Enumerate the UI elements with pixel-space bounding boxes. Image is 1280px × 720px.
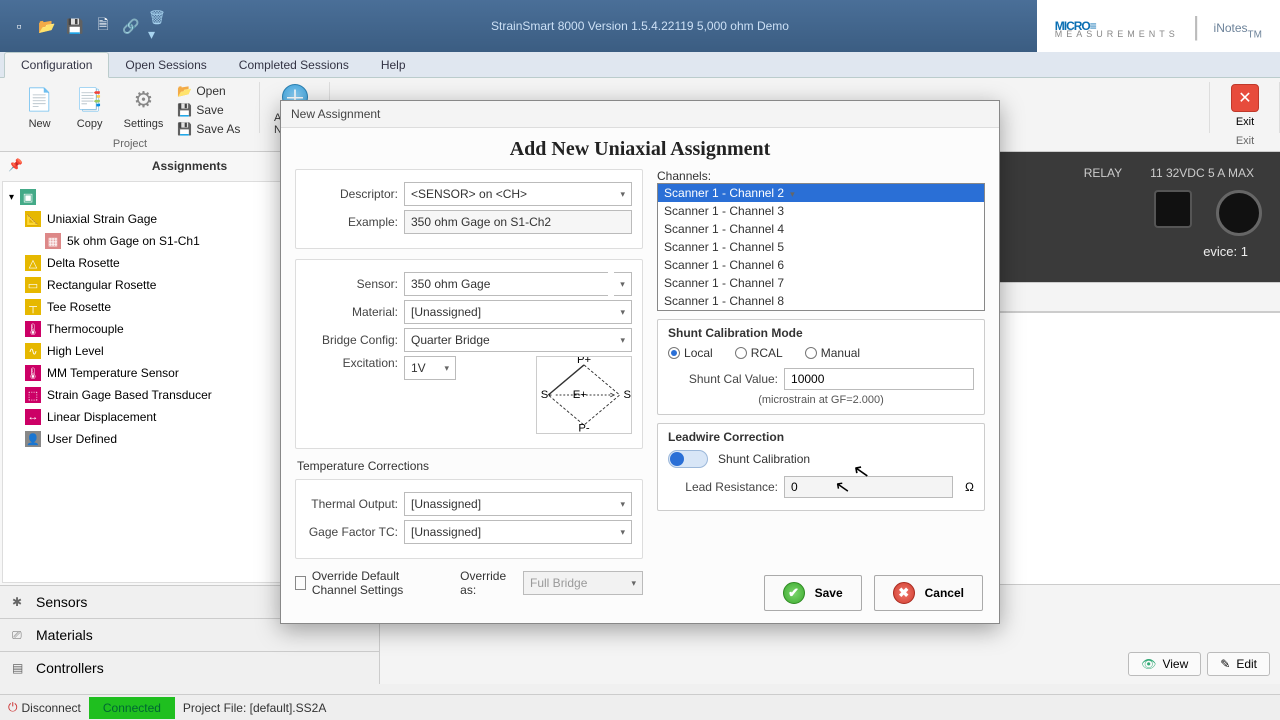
lead-resistance-label: Lead Resistance:: [668, 480, 778, 494]
sensor-label: Sensor:: [306, 277, 398, 291]
save-button[interactable]: ✔Save: [764, 575, 862, 611]
channel-item[interactable]: Scanner 1 - Channel 5: [658, 238, 984, 256]
pin-icon[interactable]: 📌: [8, 158, 23, 172]
excitation-select[interactable]: 1V: [404, 356, 456, 380]
leadwire-toggle-label: Shunt Calibration: [718, 452, 810, 466]
shunt-val-label: Shunt Cal Value:: [668, 372, 778, 386]
delete-icon[interactable]: 🗑 ▾: [148, 15, 170, 37]
example-field: 350 ohm Gage on S1-Ch2: [404, 210, 632, 234]
thermal-output-label: Thermal Output:: [300, 497, 398, 511]
disconnect-button[interactable]: ⏻Disconnect: [8, 700, 81, 715]
dialog-title: New Assignment: [281, 101, 999, 128]
material-select[interactable]: [Unassigned]: [404, 300, 632, 324]
view-button[interactable]: 👁View: [1128, 652, 1201, 676]
bridge-config-select[interactable]: Quarter Bridge: [404, 328, 632, 352]
tab-help[interactable]: Help: [365, 53, 422, 77]
copy-button[interactable]: 📑Copy: [66, 80, 114, 134]
save-icon[interactable]: 💾: [64, 15, 86, 37]
ohm-label: Ω: [965, 480, 974, 494]
svg-text:P-: P-: [578, 423, 590, 433]
channels-label: Channels:: [657, 169, 985, 183]
shunt-manual-radio[interactable]: Manual: [805, 346, 860, 360]
tab-configuration[interactable]: Configuration: [4, 52, 109, 78]
svg-text:S+: S+: [623, 389, 631, 401]
gage-factor-tc-label: Gage Factor TC:: [300, 525, 398, 539]
brand-block: MICRO≡ MEASUREMENTS | iNotesTM: [1037, 0, 1280, 52]
leadwire-toggle[interactable]: [668, 450, 708, 468]
gage-factor-tc-select[interactable]: [Unassigned]: [404, 520, 632, 544]
example-label: Example:: [306, 215, 398, 229]
shunt-note: (microstrain at GF=2.000): [668, 394, 974, 406]
saveas-icon[interactable]: 🗎: [92, 15, 114, 37]
edit-button[interactable]: ✎Edit: [1207, 652, 1270, 676]
excitation-label: Excitation:: [306, 356, 398, 370]
svg-text:S-: S-: [541, 389, 553, 401]
channel-item[interactable]: Scanner 1 - Channel 2: [658, 184, 984, 202]
connector-square-icon: [1154, 190, 1192, 228]
quick-access-toolbar: ▫ 📂 💾 🗎 🔗 🗑 ▾: [8, 15, 170, 37]
project-file-label: Project File: [default].SS2A: [183, 701, 326, 715]
channel-item[interactable]: Scanner 1 - Channel 8: [658, 292, 984, 310]
relay-label: RELAY: [1084, 166, 1122, 180]
new-icon[interactable]: ▫: [8, 15, 30, 37]
shunt-rcal-radio[interactable]: RCAL: [735, 346, 783, 360]
tab-strip: Configuration Open Sessions Completed Se…: [0, 52, 1280, 78]
material-label: Material:: [306, 305, 398, 319]
channel-item[interactable]: Scanner 1 - Channel 4: [658, 220, 984, 238]
override-as-select: Full Bridge: [523, 571, 643, 595]
descriptor-label: Descriptor:: [306, 187, 398, 201]
cancel-button[interactable]: ✖Cancel: [874, 575, 983, 611]
open-icon[interactable]: 📂: [36, 15, 58, 37]
channel-item[interactable]: Scanner 1 - Channel 6: [658, 256, 984, 274]
saveas-button[interactable]: 💾Save As: [173, 120, 244, 138]
title-bar: ▫ 📂 💾 🗎 🔗 🗑 ▾ StrainSmart 8000 Version 1…: [0, 0, 1280, 52]
descriptor-select[interactable]: <SENSOR> on <CH>: [404, 182, 632, 206]
channels-listbox[interactable]: Scanner 1 - Channel 2Scanner 1 - Channel…: [657, 183, 985, 311]
relay-spec: 11 32VDC 5 A MAX: [1150, 166, 1254, 180]
new-assignment-dialog: New Assignment Add New Uniaxial Assignme…: [280, 100, 1000, 624]
bridge-config-label: Bridge Config:: [306, 333, 398, 347]
new-button[interactable]: 📄New: [16, 80, 64, 134]
status-bar: ⏻Disconnect Connected Project File: [def…: [0, 694, 1280, 720]
settings-button[interactable]: ⚙Settings: [116, 80, 172, 134]
device-label: evice: 1: [1203, 244, 1248, 259]
thermal-output-select[interactable]: [Unassigned]: [404, 492, 632, 516]
brand-notes[interactable]: iNotesTM: [1214, 12, 1262, 40]
dialog-heading: Add New Uniaxial Assignment: [281, 128, 999, 165]
exit-button[interactable]: ✕: [1231, 84, 1259, 112]
lead-resistance-input[interactable]: [784, 476, 953, 498]
link-icon[interactable]: 🔗: [120, 15, 142, 37]
bridge-diagram-icon: P+ S+ P- S- E+: [536, 356, 632, 434]
override-as-label: Override as:: [460, 569, 509, 597]
svg-text:E+: E+: [573, 389, 588, 401]
svg-text:P+: P+: [577, 357, 592, 366]
exit-label: Exit: [1236, 116, 1254, 128]
shunt-local-radio[interactable]: Local: [668, 346, 713, 360]
group-exit-label: Exit: [1236, 135, 1254, 149]
channel-item[interactable]: Scanner 1 - Channel 3: [658, 202, 984, 220]
override-checkbox[interactable]: Override Default Channel Settings: [295, 569, 446, 597]
open-button[interactable]: 📂Open: [173, 82, 244, 100]
connector-round-icon: [1216, 190, 1262, 236]
tab-completed-sessions[interactable]: Completed Sessions: [223, 53, 365, 77]
connection-status: Connected: [89, 697, 175, 719]
leadwire-title: Leadwire Correction: [668, 430, 974, 444]
temp-corrections-title: Temperature Corrections: [297, 459, 643, 473]
sensor-dropdown-icon[interactable]: ▾: [614, 272, 632, 296]
shunt-val-input[interactable]: [784, 368, 974, 390]
save-button[interactable]: 💾Save: [173, 101, 244, 119]
channel-item[interactable]: Scanner 1 - Channel 7: [658, 274, 984, 292]
accordion-controllers[interactable]: ▤Controllers: [0, 651, 379, 684]
sensor-input[interactable]: 350 ohm Gage: [404, 272, 608, 296]
group-project-label: Project: [113, 138, 147, 152]
brand-logo: MICRO≡ MEASUREMENTS: [1055, 14, 1179, 39]
shunt-cal-title: Shunt Calibration Mode: [668, 326, 974, 340]
tab-open-sessions[interactable]: Open Sessions: [109, 53, 222, 77]
